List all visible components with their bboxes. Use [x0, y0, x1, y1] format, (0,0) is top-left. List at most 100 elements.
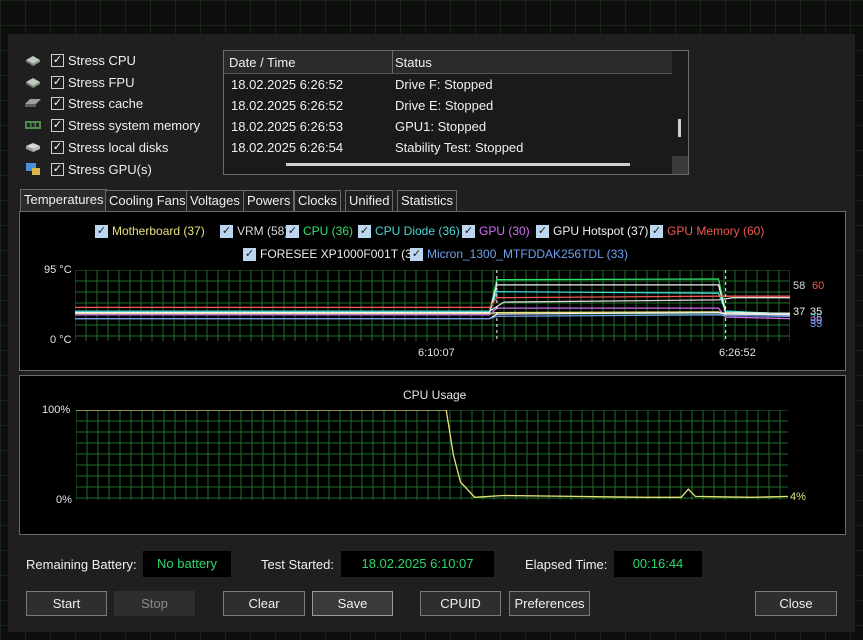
- start-button[interactable]: Start: [26, 591, 107, 616]
- stress-gpu-label: Stress GPU(s): [68, 161, 152, 177]
- close-button[interactable]: Close: [755, 591, 837, 616]
- log-status: GPU1: Stopped: [395, 119, 487, 134]
- cache-icon: [25, 99, 41, 107]
- column-status[interactable]: Status: [395, 55, 432, 70]
- legend-checkbox[interactable]: ✓: [358, 224, 371, 238]
- cpuid-button[interactable]: CPUID: [420, 591, 501, 616]
- stress-disks-checkbox[interactable]: ✓: [51, 140, 64, 154]
- legend-checkbox[interactable]: ✓: [286, 224, 299, 238]
- event-log[interactable]: Date / Time Status 18.02.2025 6:26:52 Dr…: [223, 50, 689, 175]
- y-axis-min-label: 0 °C: [50, 334, 72, 346]
- legend-checkbox[interactable]: ✓: [95, 224, 108, 238]
- stress-memory-option[interactable]: ✓ Stress system memory: [24, 115, 200, 135]
- log-row[interactable]: 18.02.2025 6:26:52 Drive E: Stopped: [224, 95, 673, 116]
- test-started-value: 18.02.2025 6:10:07: [341, 551, 494, 577]
- stability-test-window: ✓ Stress CPU ✓ Stress FPU ✓ Stress cache…: [8, 34, 855, 632]
- stress-fpu-checkbox[interactable]: ✓: [51, 75, 64, 89]
- battery-label: Remaining Battery:: [26, 557, 137, 572]
- temperature-plot: [75, 270, 790, 341]
- stress-gpu-option[interactable]: ✓ Stress GPU(s): [24, 159, 152, 179]
- legend-checkbox[interactable]: ✓: [220, 224, 233, 238]
- legend-motherboard[interactable]: ✓ Motherboard (37): [95, 222, 205, 240]
- log-time: 18.02.2025 6:26:53: [231, 119, 344, 134]
- stress-fpu-label: Stress FPU: [68, 74, 135, 90]
- log-header: Date / Time Status: [224, 51, 673, 74]
- series-end-label: 58: [793, 280, 806, 292]
- legend-cpu[interactable]: ✓ CPU (36): [286, 222, 353, 240]
- log-status: Drive E: Stopped: [395, 98, 494, 113]
- stress-cache-option[interactable]: ✓ Stress cache: [24, 93, 143, 113]
- legend-checkbox[interactable]: ✓: [650, 224, 663, 238]
- tab-statistics[interactable]: Statistics: [397, 190, 458, 211]
- stop-button[interactable]: Stop: [114, 591, 195, 616]
- tab-cooling-fans[interactable]: Cooling Fans: [105, 190, 190, 211]
- stress-disks-label: Stress local disks: [68, 139, 169, 155]
- series-end-label: 33: [810, 318, 823, 330]
- tab-powers[interactable]: Powers: [243, 190, 295, 211]
- scrollbar-corner: [672, 156, 688, 174]
- x-axis-end-label: 6:26:52: [719, 347, 756, 359]
- tab-voltages[interactable]: Voltages: [186, 190, 244, 211]
- test-started-label: Test Started:: [261, 557, 334, 572]
- log-row[interactable]: 18.02.2025 6:26:54 Stability Test: Stopp…: [224, 137, 673, 158]
- legend-cpu-diode[interactable]: ✓ CPU Diode (36): [358, 222, 460, 240]
- cpu-usage-title: CPU Usage: [403, 388, 467, 402]
- legend-label: CPU (36): [303, 224, 354, 238]
- legend-vrm[interactable]: ✓ VRM (58): [220, 222, 288, 240]
- legend-micron[interactable]: ✓ Micron_1300_MTFDDAK256TDL (33): [410, 245, 628, 263]
- y-axis-max-label: 100%: [42, 404, 71, 416]
- legend-label: Micron_1300_MTFDDAK256TDL (33): [427, 247, 628, 261]
- battery-value: No battery: [143, 551, 231, 577]
- series-end-label: 37: [793, 306, 806, 318]
- stress-gpu-checkbox[interactable]: ✓: [51, 162, 64, 176]
- log-horizontal-scrollbar[interactable]: [224, 156, 673, 174]
- y-axis-min-label: 0%: [56, 494, 72, 506]
- tab-unified[interactable]: Unified: [345, 190, 394, 211]
- stress-memory-checkbox[interactable]: ✓: [51, 118, 64, 132]
- y-axis-max-label: 95 °C: [44, 264, 72, 276]
- x-axis-start-label: 6:10:07: [418, 347, 455, 359]
- legend-gpu-hotspot[interactable]: ✓ GPU Hotspot (37): [536, 222, 648, 240]
- legend-checkbox[interactable]: ✓: [462, 224, 475, 238]
- stress-disks-option[interactable]: ✓ Stress local disks: [24, 137, 168, 157]
- column-date-time[interactable]: Date / Time: [229, 55, 295, 70]
- preferences-button[interactable]: Preferences: [509, 591, 590, 616]
- elapsed-time-value: 00:16:44: [614, 551, 702, 577]
- gpu-icon: [26, 163, 40, 175]
- log-status: Drive F: Stopped: [395, 77, 493, 92]
- save-button[interactable]: Save: [312, 591, 393, 616]
- fpu-icon: [26, 78, 40, 88]
- cpu-usage-plot: [76, 410, 788, 500]
- legend-label: FORESEE XP1000F001T (35): [260, 247, 423, 261]
- log-status: Stability Test: Stopped: [395, 140, 524, 155]
- tab-temperatures[interactable]: Temperatures: [20, 189, 108, 212]
- log-row[interactable]: 18.02.2025 6:26:52 Drive F: Stopped: [224, 74, 673, 95]
- stress-cache-checkbox[interactable]: ✓: [51, 96, 64, 110]
- stress-cache-label: Stress cache: [68, 95, 144, 111]
- stress-memory-label: Stress system memory: [68, 117, 201, 133]
- series-end-label: 60: [812, 280, 825, 292]
- legend-gpu[interactable]: ✓ GPU (30): [462, 222, 530, 240]
- legend-checkbox[interactable]: ✓: [536, 224, 549, 238]
- stress-cpu-label: Stress CPU: [68, 52, 136, 68]
- clear-button[interactable]: Clear: [223, 591, 305, 616]
- cpu-usage-chart-panel: CPU Usage 100% 0% 4%: [19, 375, 846, 535]
- elapsed-time-label: Elapsed Time:: [525, 557, 608, 572]
- log-time: 18.02.2025 6:26:52: [231, 77, 344, 92]
- legend-checkbox[interactable]: ✓: [410, 247, 423, 261]
- stress-fpu-option[interactable]: ✓ Stress FPU: [24, 72, 134, 92]
- legend-label: GPU (30): [479, 224, 530, 238]
- stress-cpu-option[interactable]: ✓ Stress CPU: [24, 50, 136, 70]
- legend-checkbox[interactable]: ✓: [243, 247, 256, 261]
- legend-foresee[interactable]: ✓ FORESEE XP1000F001T (35): [243, 245, 423, 263]
- cpu-usage-current-value: 4%: [790, 491, 806, 503]
- log-time: 18.02.2025 6:26:54: [231, 140, 344, 155]
- log-row[interactable]: 18.02.2025 6:26:53 GPU1: Stopped: [224, 116, 673, 137]
- temperature-chart-panel: ✓ Motherboard (37) ✓ VRM (58) ✓ CPU (36)…: [19, 211, 846, 371]
- legend-label: VRM (58): [237, 224, 289, 238]
- legend-gpu-memory[interactable]: ✓ GPU Memory (60): [650, 222, 764, 240]
- stress-cpu-checkbox[interactable]: ✓: [51, 53, 64, 67]
- legend-label: CPU Diode (36): [375, 224, 460, 238]
- log-vertical-scrollbar[interactable]: [672, 51, 688, 156]
- tab-clocks[interactable]: Clocks: [294, 190, 342, 211]
